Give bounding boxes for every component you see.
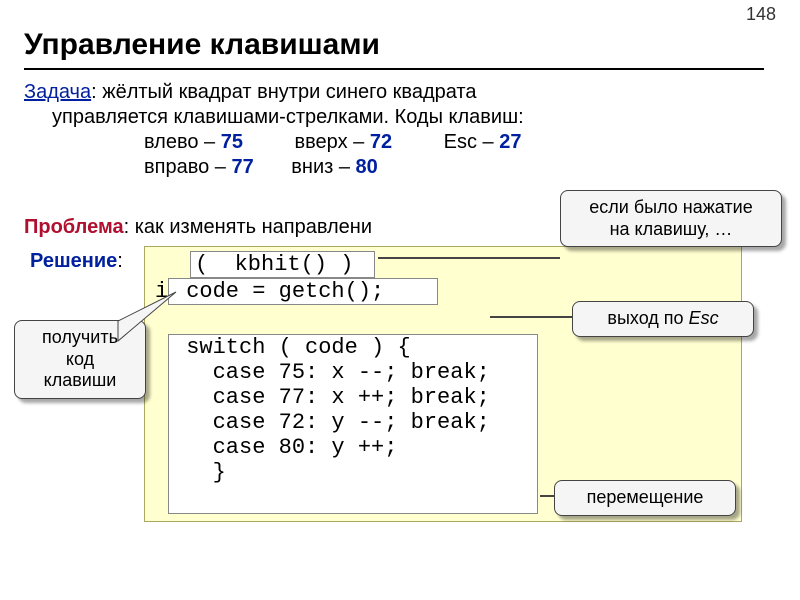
left-label: влево – [144, 131, 221, 153]
up-code: 72 [370, 131, 392, 153]
connector-keypress [378, 257, 560, 259]
key-row-2: вправо – 77 вниз – 80 [24, 155, 764, 180]
note-getcode-l3: клавиши [25, 370, 135, 392]
getch-box: code = getch(); [168, 278, 438, 305]
task-line2: управляется клавишами-стрелками. Коды кл… [24, 105, 764, 130]
left-code: 75 [221, 131, 243, 153]
task-block: Задача: жёлтый квадрат внутри синего ква… [24, 80, 764, 180]
key-row-1: влево – 75 вверх – 72 Esc – 27 [24, 130, 764, 155]
task-text-a: : жёлтый квадрат внутри синего квадрата [91, 81, 476, 103]
note-keypress-l2: на клавишу, … [571, 219, 771, 241]
note-escexit-pre: выход по [607, 308, 688, 328]
note-escexit: выход по Esc [572, 301, 754, 337]
problem-text: : как изменять направлени [124, 216, 372, 238]
kbhit-box: ( kbhit() ) [190, 251, 375, 278]
solution-label: Решение [30, 250, 117, 272]
note-keypress: если было нажатие на клавишу, … [560, 190, 782, 247]
up-label: вверх – [295, 131, 370, 153]
getcode-tail-icon [118, 285, 178, 345]
page-number: 148 [746, 4, 776, 25]
note-keypress-l1: если было нажатие [571, 197, 771, 219]
note-move: перемещение [554, 480, 736, 516]
esc-code: 27 [499, 131, 521, 153]
page-title: Управление клавишами [24, 28, 380, 62]
task-label: Задача [24, 81, 91, 103]
problem-label: Проблема [24, 216, 124, 238]
colon: : [117, 250, 123, 272]
connector-esc [490, 316, 572, 318]
right-code: 77 [231, 156, 253, 178]
connector-move [540, 495, 554, 497]
switch-box: switch ( code ) { case 75: x --; break; … [168, 334, 538, 514]
down-label: вниз – [291, 156, 355, 178]
note-getcode-l2: код [25, 349, 135, 371]
problem-line: Проблема: как изменять направлени [24, 216, 372, 239]
title-underline [24, 68, 764, 70]
right-label: вправо – [144, 156, 231, 178]
note-escexit-it: Esc [689, 308, 719, 328]
down-code: 80 [356, 156, 378, 178]
solution-label-wrap: Решение: [30, 250, 123, 273]
code-l6-pad: case 77: x ++; break; [155, 544, 731, 572]
task-line1: Задача: жёлтый квадрат внутри синего ква… [24, 80, 764, 105]
esc-label: Esc – [444, 131, 500, 153]
